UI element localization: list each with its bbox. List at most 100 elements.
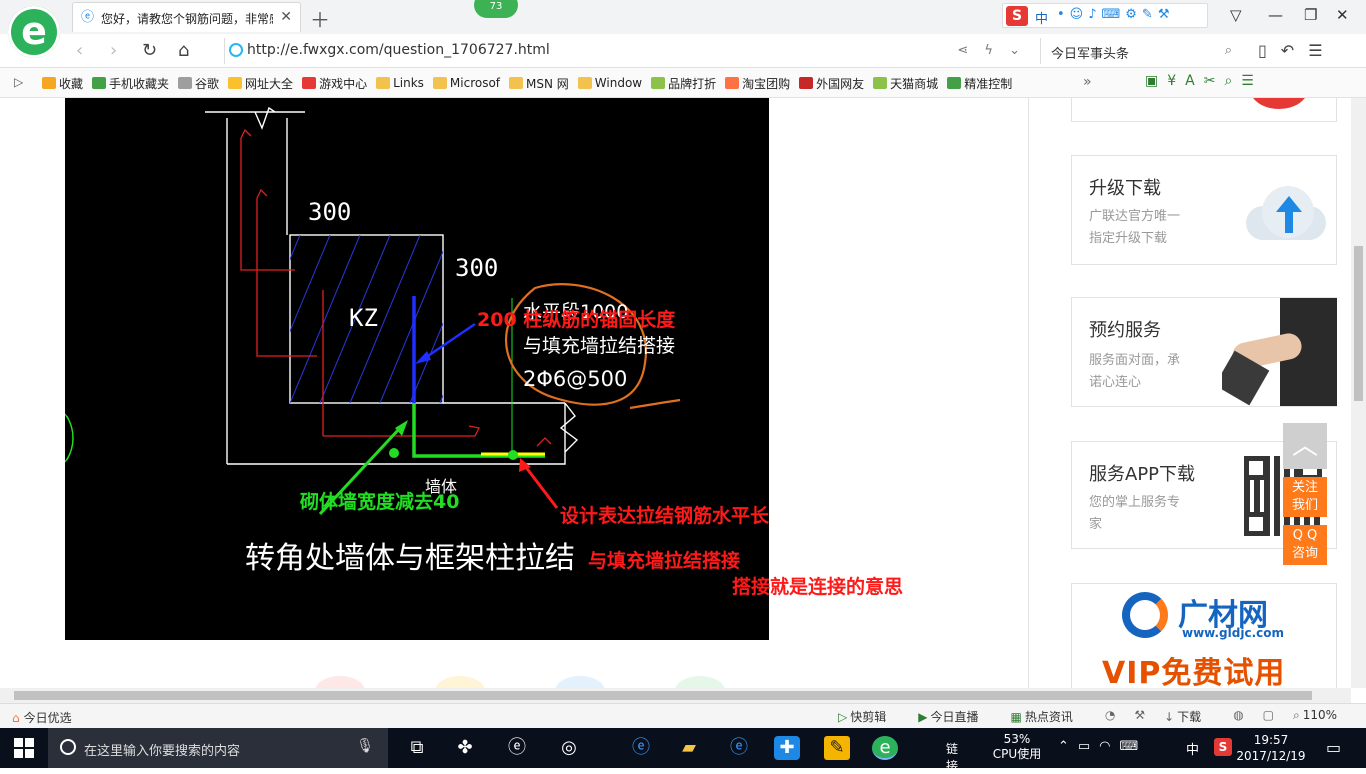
bookmark-item[interactable]: 谷歌 bbox=[178, 75, 219, 92]
bookmark-label: 网址大全 bbox=[245, 76, 294, 91]
vertical-scrollbar[interactable] bbox=[1351, 98, 1366, 688]
bookmark-item[interactable]: 游戏中心 bbox=[302, 75, 367, 92]
play-icon: ▷ bbox=[838, 710, 848, 724]
links-toolbar[interactable]: 链接 bbox=[946, 740, 958, 774]
sidebar-card-clipped[interactable] bbox=[1071, 98, 1337, 122]
microphone-icon[interactable]: 🎙 bbox=[356, 738, 374, 754]
status-item-label: 快剪辑 bbox=[850, 710, 887, 724]
url-field[interactable]: http://e.fwxgx.com/question_1706727.html… bbox=[224, 38, 1034, 64]
bookmark-label: 品牌打折 bbox=[668, 76, 717, 91]
sidebar-toggle-icon[interactable]: ▷ bbox=[14, 75, 23, 89]
bookmark-icon bbox=[799, 77, 814, 89]
bookmark-icon bbox=[577, 77, 592, 89]
tray-icons[interactable]: ⌃▭◠⌨ bbox=[1058, 739, 1147, 754]
green-rebar bbox=[412, 403, 545, 458]
bookmark-item[interactable]: Links bbox=[376, 76, 424, 90]
url-text[interactable]: http://e.fwxgx.com/question_1706727.html bbox=[247, 42, 550, 58]
bookmark-item[interactable]: 手机收藏夹 bbox=[92, 75, 169, 92]
task-view-icon[interactable]: ⧉ bbox=[404, 736, 430, 760]
card-gldjc-ad[interactable]: 广材网 www.gldjc.com VIP免费试用 bbox=[1071, 583, 1337, 688]
bookmark-item[interactable]: 收藏 bbox=[42, 75, 83, 92]
bookmark-icon bbox=[947, 77, 962, 89]
status-item-zoom[interactable]: ⌕ 110% bbox=[1293, 708, 1353, 725]
browser-tab[interactable]: ⓔ 您好，请教您个钢筋问题，非常感 ✕ bbox=[72, 2, 301, 32]
zoom-icon: ⌕ bbox=[1293, 708, 1300, 722]
taskbar-search-box[interactable]: 在这里输入你要搜索的内容 🎙 bbox=[48, 728, 388, 768]
bookmark-item[interactable]: MSN 网 bbox=[509, 75, 569, 92]
forward-icon[interactable]: › bbox=[110, 40, 117, 61]
shirt-skin-icon[interactable]: ▽ bbox=[1230, 6, 1242, 24]
vertical-scroll-thumb[interactable] bbox=[1354, 246, 1363, 401]
bookmark-item[interactable]: 网址大全 bbox=[228, 75, 293, 92]
windows-taskbar: 在这里输入你要搜索的内容 🎙 ⧉ ✤ ⓔ ◎ ⓔ ▰ ⓔ ✚ ✎ e 链接 53… bbox=[0, 728, 1366, 773]
bookmark-item[interactable]: 天猫商城 bbox=[873, 75, 938, 92]
notification-badge[interactable]: 73 bbox=[474, 0, 518, 18]
input-language[interactable]: 中 bbox=[1186, 739, 1199, 758]
horizontal-scrollbar[interactable] bbox=[0, 688, 1351, 703]
card-desc: 家 bbox=[1089, 517, 1103, 532]
zoom-level: 110% bbox=[1302, 708, 1338, 722]
browser-logo-icon[interactable]: e bbox=[8, 6, 60, 58]
card-appointment[interactable]: 预约服务 服务面对面，承 诺心连心 bbox=[1071, 297, 1337, 407]
plus-app-icon[interactable]: ✚ bbox=[774, 736, 800, 760]
status-item-speed[interactable]: ◔ bbox=[1105, 708, 1118, 725]
refresh-icon[interactable]: ↻ bbox=[142, 40, 157, 61]
sogou-tray-icon[interactable]: S bbox=[1214, 738, 1232, 756]
site-icon bbox=[229, 43, 243, 57]
qq-consult-button[interactable]: Q Q 咨询 bbox=[1283, 525, 1327, 565]
search-text[interactable]: 今日军事头条 bbox=[1051, 43, 1129, 62]
status-item-quickcut[interactable]: ▷ 快剪辑 bbox=[838, 708, 902, 725]
ie-app-icon[interactable]: ⓔ bbox=[504, 736, 530, 760]
file-explorer-icon[interactable]: ▰ bbox=[676, 736, 702, 760]
notes-app-icon[interactable]: ✎ bbox=[824, 736, 850, 760]
status-item-window[interactable]: ▢ bbox=[1263, 708, 1277, 725]
decor-circle bbox=[435, 676, 485, 688]
search-box[interactable]: 今日军事头条 ⌕ bbox=[1040, 38, 1240, 64]
status-item-sound[interactable]: ◍ bbox=[1233, 708, 1246, 725]
horizontal-scroll-thumb[interactable] bbox=[14, 691, 1312, 700]
follow-us-button[interactable]: 关注 我们 bbox=[1283, 477, 1327, 517]
ime-tools-icon[interactable]: •☺♪⌨⚙✎⚒ bbox=[1057, 7, 1174, 22]
edge-app-icon[interactable]: ⓔ bbox=[628, 736, 654, 760]
status-item-news[interactable]: ▦ 热点资讯 bbox=[1011, 708, 1089, 725]
home-icon[interactable]: ⌂ bbox=[178, 40, 189, 61]
bookmark-item[interactable]: Microsof bbox=[432, 76, 500, 90]
status-item-live[interactable]: ▶ 今日直播 bbox=[918, 708, 994, 725]
fan-app-icon[interactable]: ✤ bbox=[452, 736, 478, 760]
share-icon[interactable]: ⋖ ϟ ⌄ bbox=[957, 43, 1026, 58]
active-browser-icon[interactable]: e bbox=[872, 736, 898, 760]
bookmark-item[interactable]: 淘宝团购 bbox=[725, 75, 790, 92]
back-icon[interactable]: ‹ bbox=[76, 40, 83, 61]
browser-app-icon[interactable]: ◎ bbox=[556, 736, 582, 760]
taskbar-clock[interactable]: 19:57 2017/12/19 bbox=[1236, 732, 1306, 764]
tab-close-icon[interactable]: ✕ bbox=[280, 9, 292, 25]
search-icon[interactable]: ⌕ bbox=[1225, 43, 1232, 58]
minimize-icon[interactable]: — bbox=[1268, 6, 1283, 24]
ime-mode[interactable]: 中 bbox=[1035, 8, 1048, 27]
windows-start-icon[interactable] bbox=[14, 738, 34, 758]
more-bookmarks-icon[interactable]: » bbox=[1083, 74, 1092, 90]
status-item-clean[interactable]: ⚒ bbox=[1134, 708, 1148, 725]
cpu-meter[interactable]: 53% CPU使用 bbox=[992, 732, 1042, 762]
action-center-icon[interactable]: ▭ bbox=[1326, 738, 1341, 757]
card-upgrade-download[interactable]: 升级下载 广联达官方唯一 指定升级下载 bbox=[1071, 155, 1337, 265]
back-to-top-icon[interactable]: ︿ bbox=[1283, 423, 1327, 469]
bookmark-item[interactable]: 外国网友 bbox=[799, 75, 864, 92]
internet-explorer-icon[interactable]: ⓔ bbox=[726, 736, 752, 760]
bookmark-item[interactable]: 品牌打折 bbox=[651, 75, 716, 92]
bookmark-icon bbox=[302, 77, 317, 89]
bookmark-item[interactable]: Window bbox=[577, 76, 643, 90]
sogou-ime-toolbar[interactable]: S 中 •☺♪⌨⚙✎⚒ bbox=[1002, 3, 1208, 28]
status-item-download[interactable]: ↓ 下载 bbox=[1164, 708, 1217, 725]
extension-icons[interactable]: ▣¥A✂⌕☰ bbox=[1145, 73, 1263, 89]
toolbar-menu-icon[interactable]: ▯↶☰ bbox=[1258, 41, 1337, 60]
news-icon: ▦ bbox=[1010, 710, 1022, 724]
restore-icon[interactable]: ❐ bbox=[1304, 6, 1317, 24]
today-picks[interactable]: ⌂ 今日优选 bbox=[12, 709, 72, 726]
vip-trial-text: VIP免费试用 bbox=[1102, 656, 1286, 688]
bookmark-label: Window bbox=[594, 76, 643, 90]
close-window-icon[interactable]: ✕ bbox=[1336, 6, 1349, 24]
new-tab-icon[interactable]: ＋ bbox=[310, 4, 330, 33]
qq-line-2: 咨询 bbox=[1291, 546, 1318, 561]
bookmark-item[interactable]: 精准控制 bbox=[947, 75, 1012, 92]
